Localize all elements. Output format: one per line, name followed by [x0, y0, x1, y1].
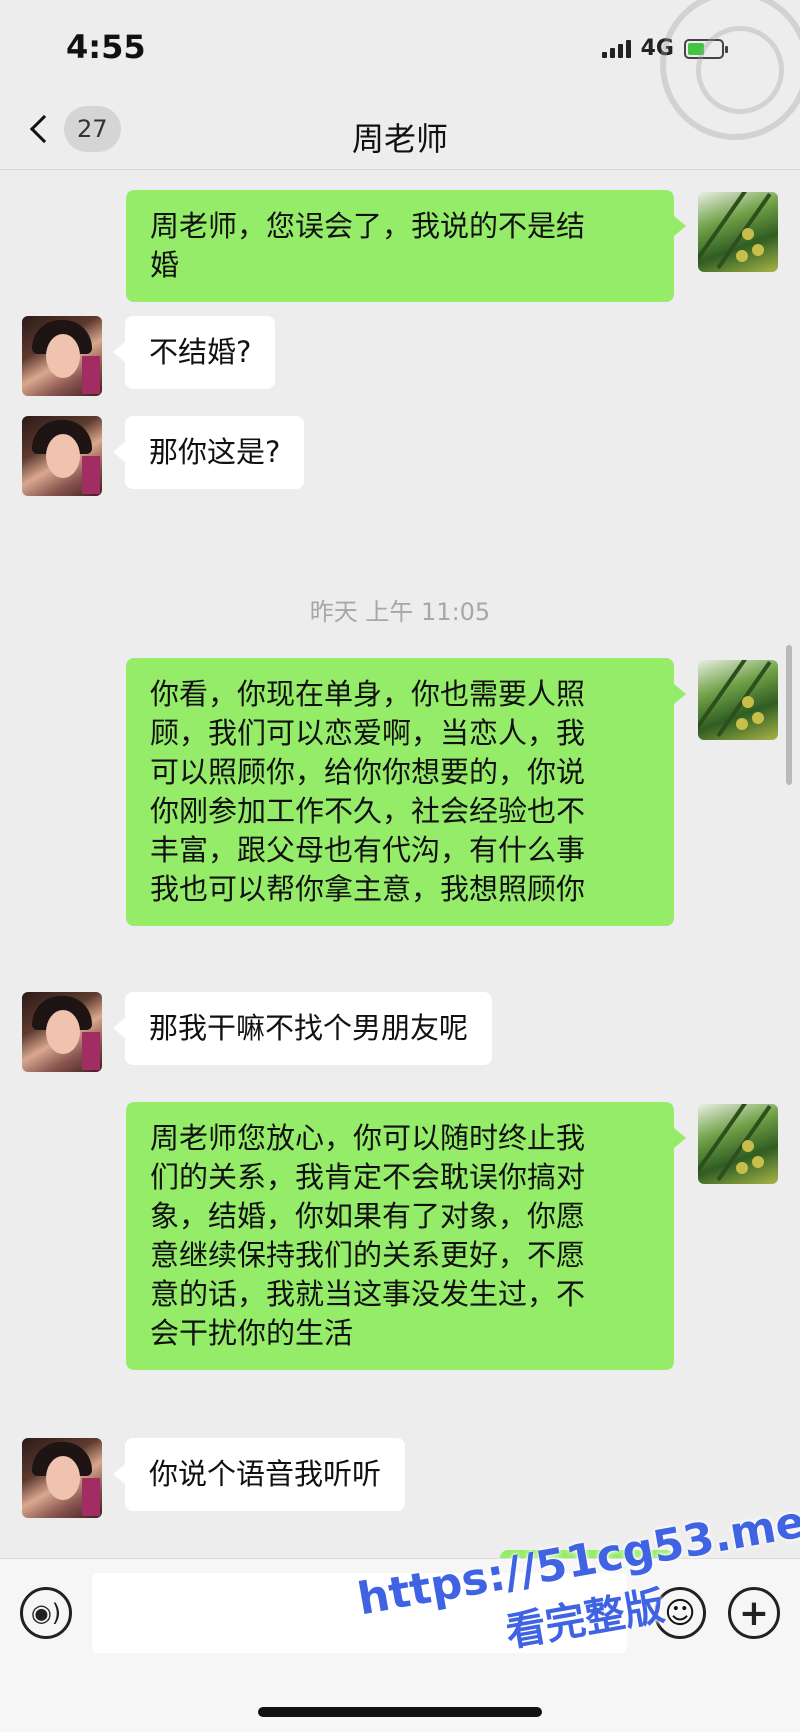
message-list[interactable]: 周老师，您误会了，我说的不是结 婚 不结婚? 那你这是? 昨天 上午 11:05… [0, 170, 800, 1558]
woman-avatar[interactable] [22, 416, 102, 496]
signal-icon [601, 39, 631, 58]
message-text: 你说个语音我听听 [149, 1457, 382, 1491]
status-bar: 4:55 4G [0, 0, 800, 140]
message-bubble[interactable]: 不结婚? [112, 316, 276, 389]
message-text: 不结婚? [149, 335, 252, 369]
rice-field-avatar[interactable] [698, 660, 778, 740]
voice-icon: ◉) [30, 1599, 62, 1627]
message-text: 周老师您放心，你可以随时终止我 们的关系，我肯定不会耽误你搞对 象，结婚，你如果… [150, 1121, 586, 1350]
message-bubble[interactable]: 你看，你现在单身，你也需要人照 顾，我们可以恋爱啊，当恋人，我 可以照顾你，给你… [126, 658, 686, 926]
message-text: 那你这是? [149, 435, 281, 469]
rice-field-avatar[interactable] [698, 1104, 778, 1184]
woman-avatar[interactable] [22, 1438, 102, 1518]
message-bubble[interactable]: 那你这是? [112, 416, 305, 489]
voice-button[interactable]: ◉) [20, 1587, 72, 1639]
message-bubble[interactable]: 周老师您放心，你可以随时终止我 们的关系，我肯定不会耽误你搞对 象，结婚，你如果… [126, 1102, 686, 1370]
woman-avatar[interactable] [22, 316, 102, 396]
chat-header: 27 周老师 [0, 96, 800, 170]
scrollbar[interactable] [786, 645, 792, 785]
home-indicator[interactable] [258, 1707, 542, 1717]
woman-avatar[interactable] [22, 992, 102, 1072]
message-bubble[interactable]: 你说个语音我听听 [112, 1438, 406, 1511]
message-bubble[interactable]: 周老师，您误会了，我说的不是结 婚 [126, 190, 686, 302]
message-bubble[interactable]: 那我干嘛不找个男朋友呢 [112, 992, 493, 1065]
status-time: 4:55 [66, 28, 146, 66]
chat-title: 周老师 [351, 120, 448, 158]
message-text: 周老师，您误会了，我说的不是结 婚 [150, 209, 586, 282]
message-text: 那我干嘛不找个男朋友呢 [149, 1011, 469, 1045]
rice-field-avatar[interactable] [698, 192, 778, 272]
message-text: 你看，你现在单身，你也需要人照 顾，我们可以恋爱啊，当恋人，我 可以照顾你，给你… [150, 677, 586, 906]
message-timestamp: 昨天 上午 11:05 [309, 598, 491, 626]
